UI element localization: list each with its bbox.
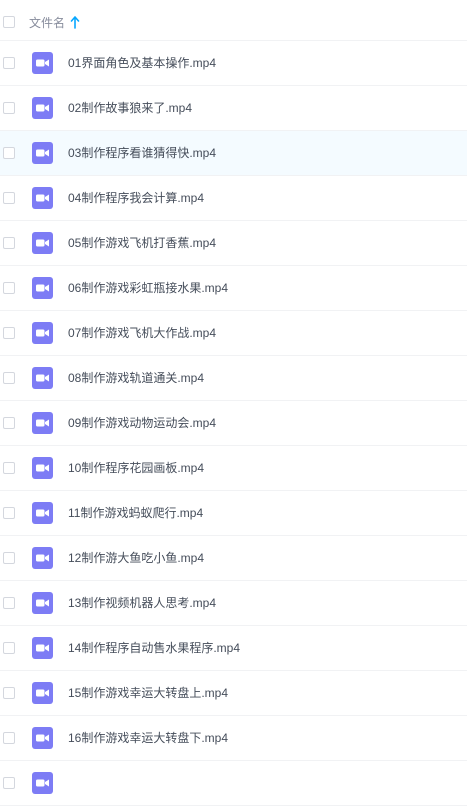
file-name[interactable]: 08制作游戏轨道通关.mp4 [68, 370, 204, 387]
file-row-09[interactable]: 09制作游戏动物运动会.mp4 [0, 401, 467, 446]
video-file-icon [32, 727, 53, 749]
file-row-07[interactable]: 07制作游戏飞机大作战.mp4 [0, 311, 467, 356]
arrow-up-icon[interactable] [70, 16, 80, 29]
file-name[interactable]: 09制作游戏动物运动会.mp4 [68, 415, 216, 432]
file-row-03[interactable]: 03制作程序看谁猜得快.mp4 [0, 131, 467, 176]
file-row-01[interactable]: 01界面角色及基本操作.mp4 [0, 41, 467, 86]
file-name[interactable]: 12制作游大鱼吃小鱼.mp4 [68, 550, 204, 567]
file-row-06[interactable]: 06制作游戏彩虹瓶接水果.mp4 [0, 266, 467, 311]
row-checkbox[interactable] [3, 237, 15, 249]
row-checkbox[interactable] [3, 777, 15, 789]
video-file-icon [32, 547, 53, 569]
file-name[interactable]: 15制作游戏幸运大转盘上.mp4 [68, 685, 228, 702]
file-row-14[interactable]: 14制作程序自动售水果程序.mp4 [0, 626, 467, 671]
video-file-icon [32, 52, 53, 74]
video-file-icon [32, 772, 53, 794]
file-row-13[interactable]: 13制作视频机器人思考.mp4 [0, 581, 467, 626]
video-file-icon [32, 97, 53, 119]
row-checkbox[interactable] [3, 282, 15, 294]
row-checkbox[interactable] [3, 462, 15, 474]
row-checkbox[interactable] [3, 597, 15, 609]
file-name[interactable]: 06制作游戏彩虹瓶接水果.mp4 [68, 280, 228, 297]
file-name[interactable]: 13制作视频机器人思考.mp4 [68, 595, 216, 612]
row-checkbox[interactable] [3, 57, 15, 69]
file-name[interactable]: 11制作游戏蚂蚁爬行.mp4 [68, 505, 203, 522]
row-checkbox[interactable] [3, 327, 15, 339]
video-file-icon [32, 232, 53, 254]
row-checkbox[interactable] [3, 372, 15, 384]
file-list: 01界面角色及基本操作.mp4 02制作故事狼来了.mp4 03制作程序看谁猜得… [0, 41, 467, 806]
video-file-icon [32, 502, 53, 524]
row-checkbox[interactable] [3, 552, 15, 564]
file-row-15[interactable]: 15制作游戏幸运大转盘上.mp4 [0, 671, 467, 716]
file-name[interactable]: 07制作游戏飞机大作战.mp4 [68, 325, 216, 342]
file-row-17[interactable] [0, 761, 467, 806]
row-checkbox[interactable] [3, 147, 15, 159]
file-name[interactable]: 02制作故事狼来了.mp4 [68, 100, 192, 117]
file-row-04[interactable]: 04制作程序我会计算.mp4 [0, 176, 467, 221]
file-name[interactable]: 16制作游戏幸运大转盘下.mp4 [68, 730, 228, 747]
row-checkbox[interactable] [3, 507, 15, 519]
video-file-icon [32, 367, 53, 389]
video-file-icon [32, 277, 53, 299]
list-header: 文件名 [0, 0, 467, 41]
file-name[interactable]: 14制作程序自动售水果程序.mp4 [68, 640, 240, 657]
row-checkbox[interactable] [3, 732, 15, 744]
file-row-10[interactable]: 10制作程序花园画板.mp4 [0, 446, 467, 491]
select-all-checkbox[interactable] [3, 16, 15, 28]
row-checkbox[interactable] [3, 687, 15, 699]
file-name[interactable]: 01界面角色及基本操作.mp4 [68, 55, 216, 72]
video-file-icon [32, 682, 53, 704]
video-file-icon [32, 457, 53, 479]
file-name[interactable]: 04制作程序我会计算.mp4 [68, 190, 204, 207]
video-file-icon [32, 412, 53, 434]
video-file-icon [32, 187, 53, 209]
row-checkbox[interactable] [3, 642, 15, 654]
video-file-icon [32, 142, 53, 164]
video-file-icon [32, 322, 53, 344]
column-header-filename[interactable]: 文件名 [29, 15, 65, 31]
file-row-05[interactable]: 05制作游戏飞机打香蕉.mp4 [0, 221, 467, 266]
row-checkbox[interactable] [3, 417, 15, 429]
row-checkbox[interactable] [3, 102, 15, 114]
file-name[interactable]: 05制作游戏飞机打香蕉.mp4 [68, 235, 216, 252]
file-row-08[interactable]: 08制作游戏轨道通关.mp4 [0, 356, 467, 401]
file-row-11[interactable]: 11制作游戏蚂蚁爬行.mp4 [0, 491, 467, 536]
file-row-02[interactable]: 02制作故事狼来了.mp4 [0, 86, 467, 131]
file-row-16[interactable]: 16制作游戏幸运大转盘下.mp4 [0, 716, 467, 761]
video-file-icon [32, 637, 53, 659]
file-name[interactable]: 03制作程序看谁猜得快.mp4 [68, 145, 216, 162]
row-checkbox[interactable] [3, 192, 15, 204]
file-row-12[interactable]: 12制作游大鱼吃小鱼.mp4 [0, 536, 467, 581]
file-name[interactable]: 10制作程序花园画板.mp4 [68, 460, 204, 477]
video-file-icon [32, 592, 53, 614]
